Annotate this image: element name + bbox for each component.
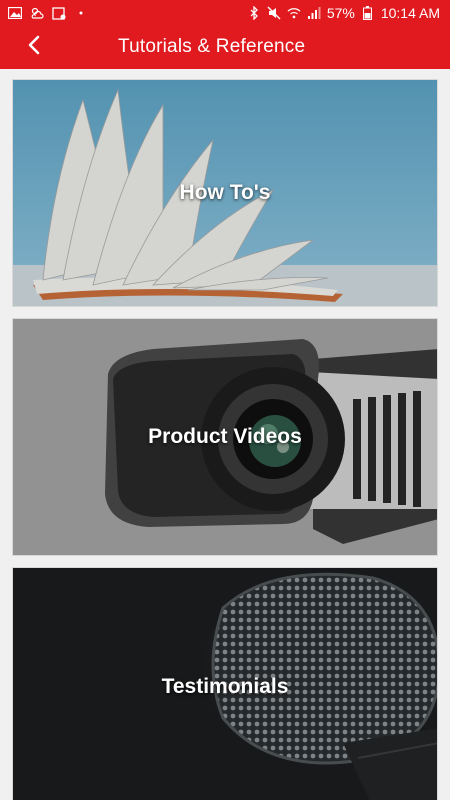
battery-icon: [361, 5, 375, 20]
signal-icon: [307, 6, 321, 20]
app-bar: Tutorials & Reference: [0, 25, 450, 69]
back-button[interactable]: [12, 25, 56, 69]
how-tos-card[interactable]: How To's: [12, 79, 438, 307]
gallery-icon: [8, 6, 22, 20]
card-label: Product Videos: [148, 425, 302, 448]
mute-icon: [267, 6, 281, 20]
product-videos-card[interactable]: Product Videos: [12, 318, 438, 556]
wifi-icon: [287, 6, 301, 20]
bluetooth-icon: [247, 5, 261, 20]
clock: 10:14 AM: [380, 4, 440, 21]
dot-icon: [74, 6, 88, 20]
back-arrow-icon: [27, 35, 41, 60]
calendar-icon: [52, 6, 66, 20]
page-title: Tutorials & Reference: [118, 36, 306, 57]
weather-icon: [30, 6, 44, 20]
card-label: Testimonials: [161, 675, 289, 698]
status-bar: 57% 10:14 AM: [0, 0, 450, 25]
testimonials-card[interactable]: Testimonials: [12, 567, 438, 800]
battery-percentage: 57%: [326, 4, 355, 21]
card-label: How To's: [179, 181, 271, 204]
tutorial-list: How To's Product Videos Testimonials: [0, 69, 450, 800]
